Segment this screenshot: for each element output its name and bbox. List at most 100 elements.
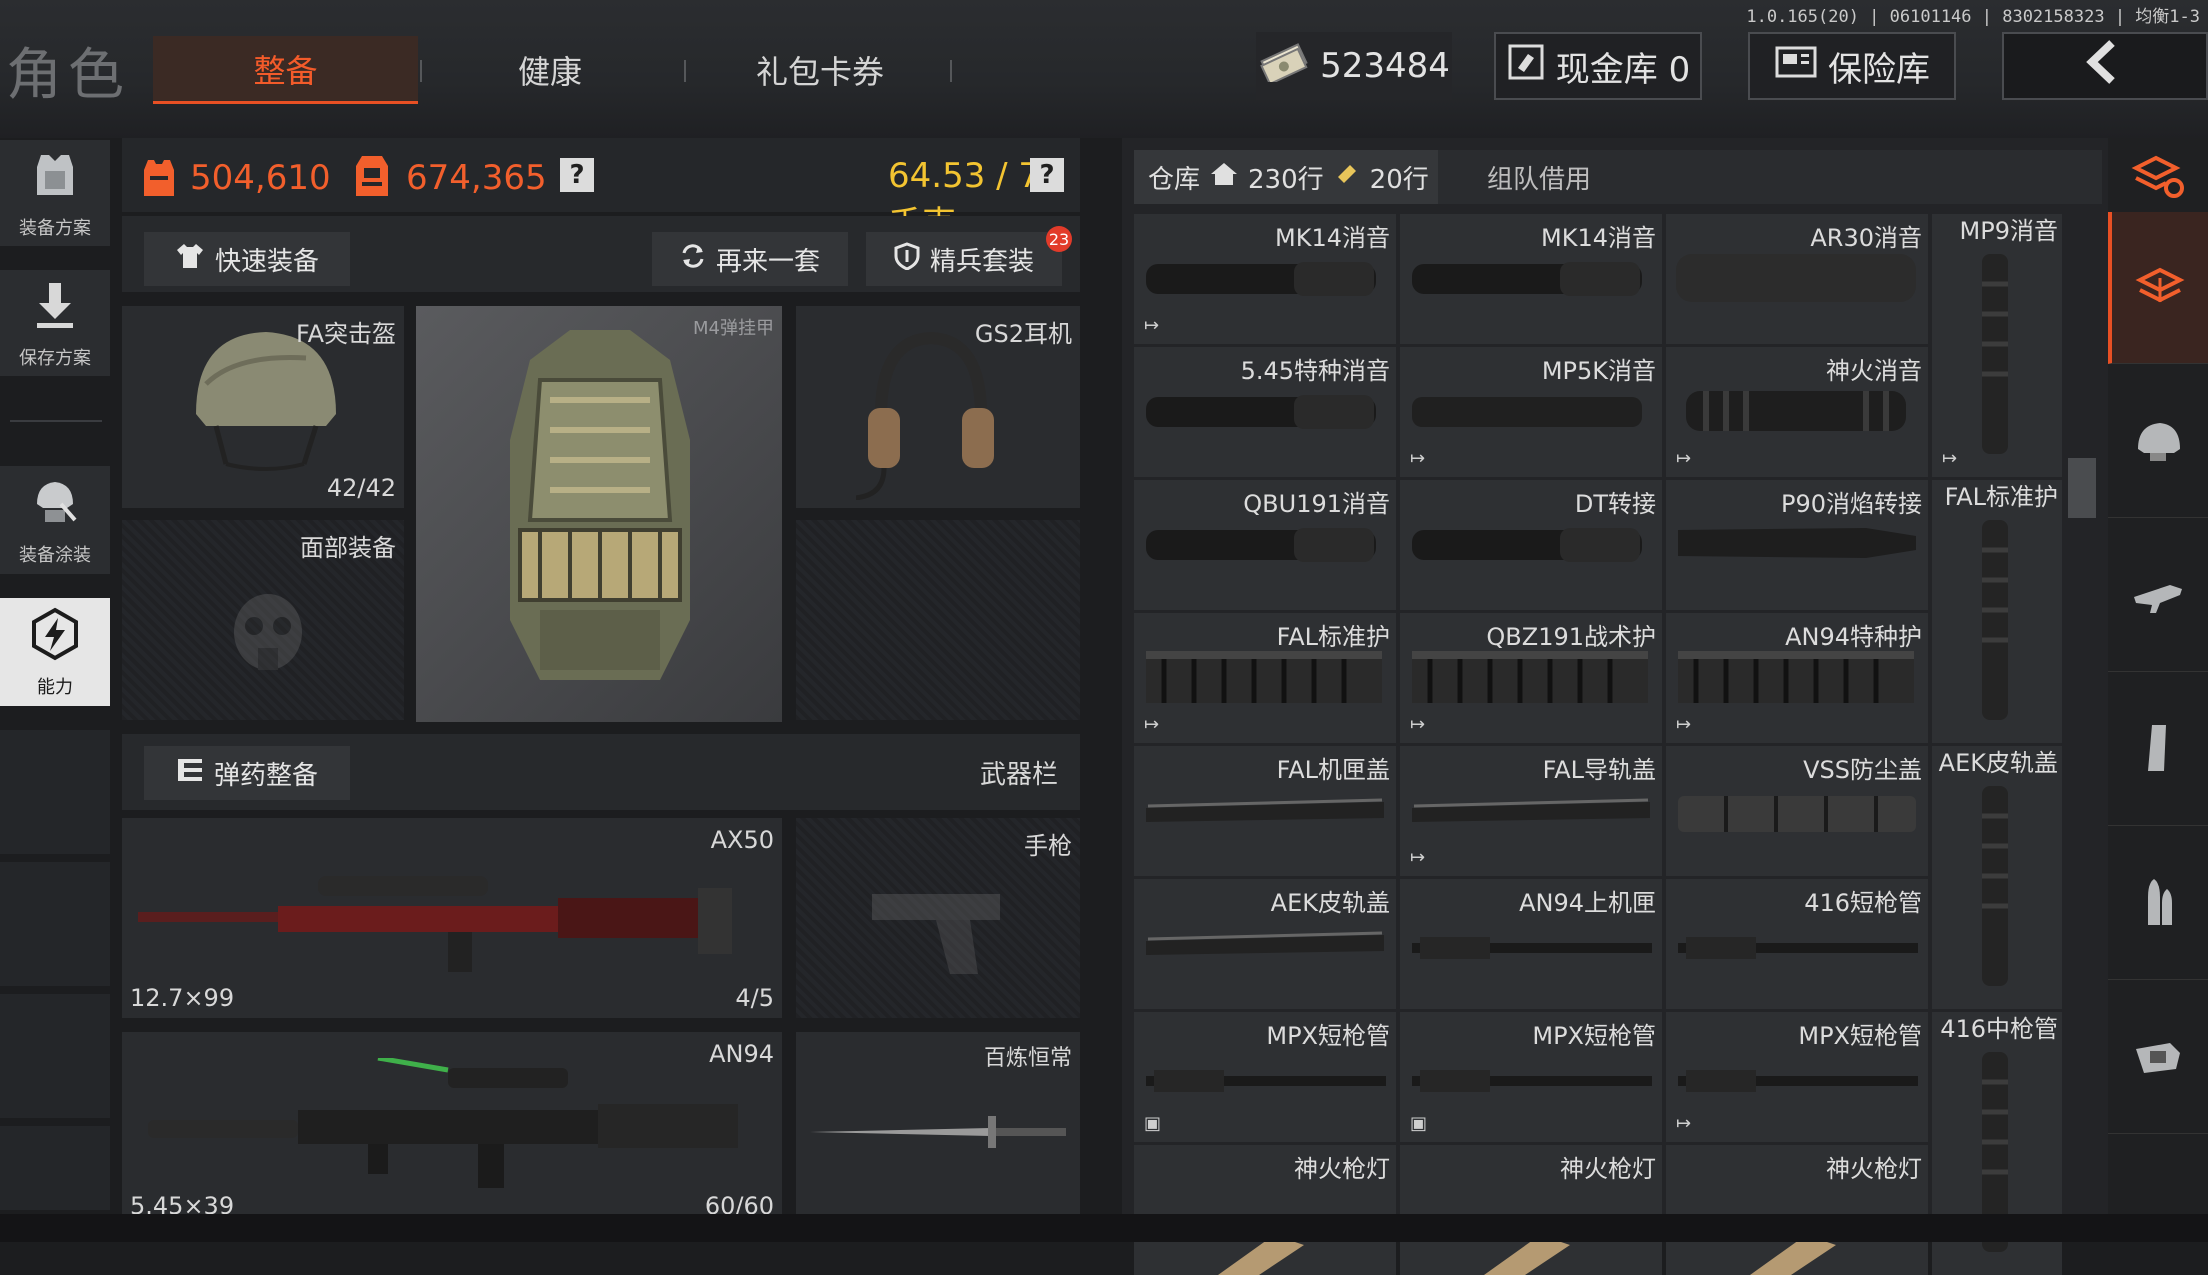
warehouse-item[interactable]: 神火消音 ↦	[1666, 347, 1928, 477]
cash-icon	[1506, 42, 1546, 91]
warehouse-item[interactable]: FAL标准护 ↦	[1134, 613, 1396, 743]
warehouse-tab[interactable]: 仓库 230行 20行	[1134, 150, 1438, 204]
category-magazine[interactable]	[2108, 676, 2208, 826]
warehouse-item-label: MP9消音	[1959, 217, 2058, 245]
helmet-durability: 42/42	[326, 474, 396, 502]
warehouse-scrollbar[interactable]	[2068, 458, 2096, 518]
helmet-slot[interactable]: FA突击盔 42/42	[122, 306, 404, 508]
melee-slot[interactable]: 百炼恒常	[796, 1032, 1080, 1214]
warehouse-item-label: AR30消音	[1810, 224, 1922, 252]
backpack-value-icon	[140, 154, 178, 202]
sidebar-item-equip-preset[interactable]: 装备方案	[0, 140, 110, 246]
warehouse-item[interactable]: AN94特种护 ↦	[1666, 613, 1928, 743]
warehouse-item[interactable]: DT转接	[1400, 480, 1662, 610]
warehouse-item[interactable]: 神火枪灯	[1400, 1145, 1662, 1275]
tab-gift-cards[interactable]: 礼包卡券	[690, 36, 950, 104]
tab-divider	[950, 60, 952, 82]
ability-bolt-icon	[27, 606, 83, 667]
elite-set-button[interactable]: 精兵套装	[866, 232, 1062, 286]
attachment-item-icon	[1960, 254, 2030, 468]
warehouse-header: 仓库 230行 20行 组队借用	[1134, 150, 2102, 204]
warehouse-item[interactable]: MPX短枪管 ▣	[1134, 1012, 1396, 1142]
pistol-icon	[866, 878, 1006, 982]
safe-box-label: 保险库	[1828, 49, 1930, 90]
again-button[interactable]: 再来一套	[652, 232, 848, 286]
quick-equip-button[interactable]: 快速装备	[144, 232, 350, 286]
warehouse-item[interactable]: MK14消音	[1400, 214, 1662, 344]
shirt-icon	[175, 241, 205, 278]
money-display[interactable]: 523484	[1256, 32, 1452, 100]
warehouse-item[interactable]: FAL导轨盖 ↦	[1400, 746, 1662, 876]
stats-bar: 504,610 674,365 ? 64.53 / 70 千克 ?	[122, 138, 1080, 244]
list-icon	[176, 757, 204, 790]
safe-box-button[interactable]: 保险库	[1748, 32, 1956, 100]
warehouse-item[interactable]: P90消焰转接	[1666, 480, 1928, 610]
team-borrow-tab[interactable]: 组队借用	[1444, 150, 1634, 204]
warehouse-tab-label: 仓库	[1148, 164, 1201, 195]
warehouse-item-label: MK14消音	[1541, 224, 1656, 252]
bottom-strip	[0, 1214, 2208, 1242]
tab-equip[interactable]: 整备	[153, 36, 418, 104]
warehouse-item[interactable]: QBZ191战术护 ↦	[1400, 613, 1662, 743]
warehouse-item-label: 神火枪灯	[1826, 1155, 1922, 1183]
cash-vault-label: 现金库 0	[1555, 49, 1691, 90]
warehouse-tall-item[interactable]: AEK皮轨盖	[1932, 746, 2062, 1009]
item-status-icon: ▣	[1410, 1113, 1428, 1134]
sidebar-item-paint[interactable]: 装备涂装	[0, 466, 110, 574]
all-items-icon	[2132, 258, 2188, 318]
warehouse-item-label: DT转接	[1574, 490, 1656, 518]
warehouse-item[interactable]: AN94上机匣	[1400, 879, 1662, 1009]
ammo-prep-button[interactable]: 弹药整备	[144, 746, 350, 800]
warehouse-item[interactable]: MP5K消音 ↦	[1400, 347, 1662, 477]
category-weapon[interactable]	[2108, 522, 2208, 672]
warehouse-tall-item[interactable]: FAL标准护	[1932, 480, 2062, 743]
warehouse-item[interactable]: MPX短枪管 ↦	[1666, 1012, 1928, 1142]
warehouse-item[interactable]: 神火枪灯	[1666, 1145, 1928, 1275]
primary-weapon-slot-2[interactable]: AN94 5.45×39 60/60	[122, 1032, 782, 1214]
warehouse-item[interactable]: 5.45特种消音	[1134, 347, 1396, 477]
ammo-prep-label: 弹药整备	[213, 760, 318, 791]
warehouse-item[interactable]: MPX短枪管 ▣	[1400, 1012, 1662, 1142]
help-icon[interactable]: ?	[1030, 158, 1064, 192]
vest-slot[interactable]: M4弹挂甲	[416, 306, 782, 722]
warehouse-item[interactable]: VSS防尘盖	[1666, 746, 1928, 876]
category-helmet[interactable]	[2108, 368, 2208, 518]
sniper-rifle-icon	[138, 858, 768, 982]
sidebar-item-label: 装备涂装	[19, 544, 91, 566]
rifle-icon	[2130, 567, 2186, 627]
category-ammo[interactable]	[2108, 830, 2208, 980]
attachment-item-icon	[1960, 520, 2030, 734]
warehouse-item[interactable]: 神火枪灯	[1134, 1145, 1396, 1275]
warehouse-item-label: QBU191消音	[1243, 490, 1390, 518]
pistol-slot[interactable]: 手枪	[796, 818, 1080, 1018]
warehouse-item[interactable]: AEK皮轨盖	[1134, 879, 1396, 1009]
warehouse-item-label: 神火枪灯	[1560, 1155, 1656, 1183]
category-attachment[interactable]	[2108, 984, 2208, 1134]
cash-vault-button[interactable]: 现金库 0	[1494, 32, 1702, 100]
sidebar-empty-slots	[0, 730, 110, 1210]
warehouse-item[interactable]: AR30消音	[1666, 214, 1928, 344]
primary-weapon-slot-1[interactable]: AX50 12.7×99 4/5	[122, 818, 782, 1018]
warehouse-item[interactable]: MK14消音 ↦	[1134, 214, 1396, 344]
back-button[interactable]	[2002, 32, 2208, 100]
sidebar-item-label: 能力	[37, 676, 73, 698]
warehouse-item[interactable]: FAL机匣盖	[1134, 746, 1396, 876]
warehouse-item-label: VSS防尘盖	[1803, 756, 1922, 784]
stack-refresh-icon	[2130, 148, 2186, 208]
tab-health[interactable]: 健康	[430, 36, 670, 104]
sidebar-item-ability[interactable]: 能力	[0, 598, 110, 706]
face-slot[interactable]: 面部装备	[122, 520, 404, 720]
category-all[interactable]	[2108, 212, 2208, 364]
item-status-icon: ↦	[1676, 448, 1692, 469]
warehouse-item[interactable]: 416短枪管	[1666, 879, 1928, 1009]
empty-gear-slot[interactable]	[796, 520, 1080, 720]
headset-slot[interactable]: GS2耳机	[796, 306, 1080, 508]
warehouse-item-label: 神火枪灯	[1294, 1155, 1390, 1183]
warehouse-item[interactable]: QBU191消音	[1134, 480, 1396, 610]
bullet-icon	[2130, 875, 2186, 935]
help-icon[interactable]: ?	[560, 158, 594, 192]
ticket-rows: 20行	[1369, 164, 1429, 195]
warehouse-tall-item[interactable]: MP9消音 ↦	[1932, 214, 2062, 477]
category-sort-button[interactable]	[2108, 138, 2208, 218]
sidebar-item-save-preset[interactable]: 保存方案	[0, 270, 110, 376]
